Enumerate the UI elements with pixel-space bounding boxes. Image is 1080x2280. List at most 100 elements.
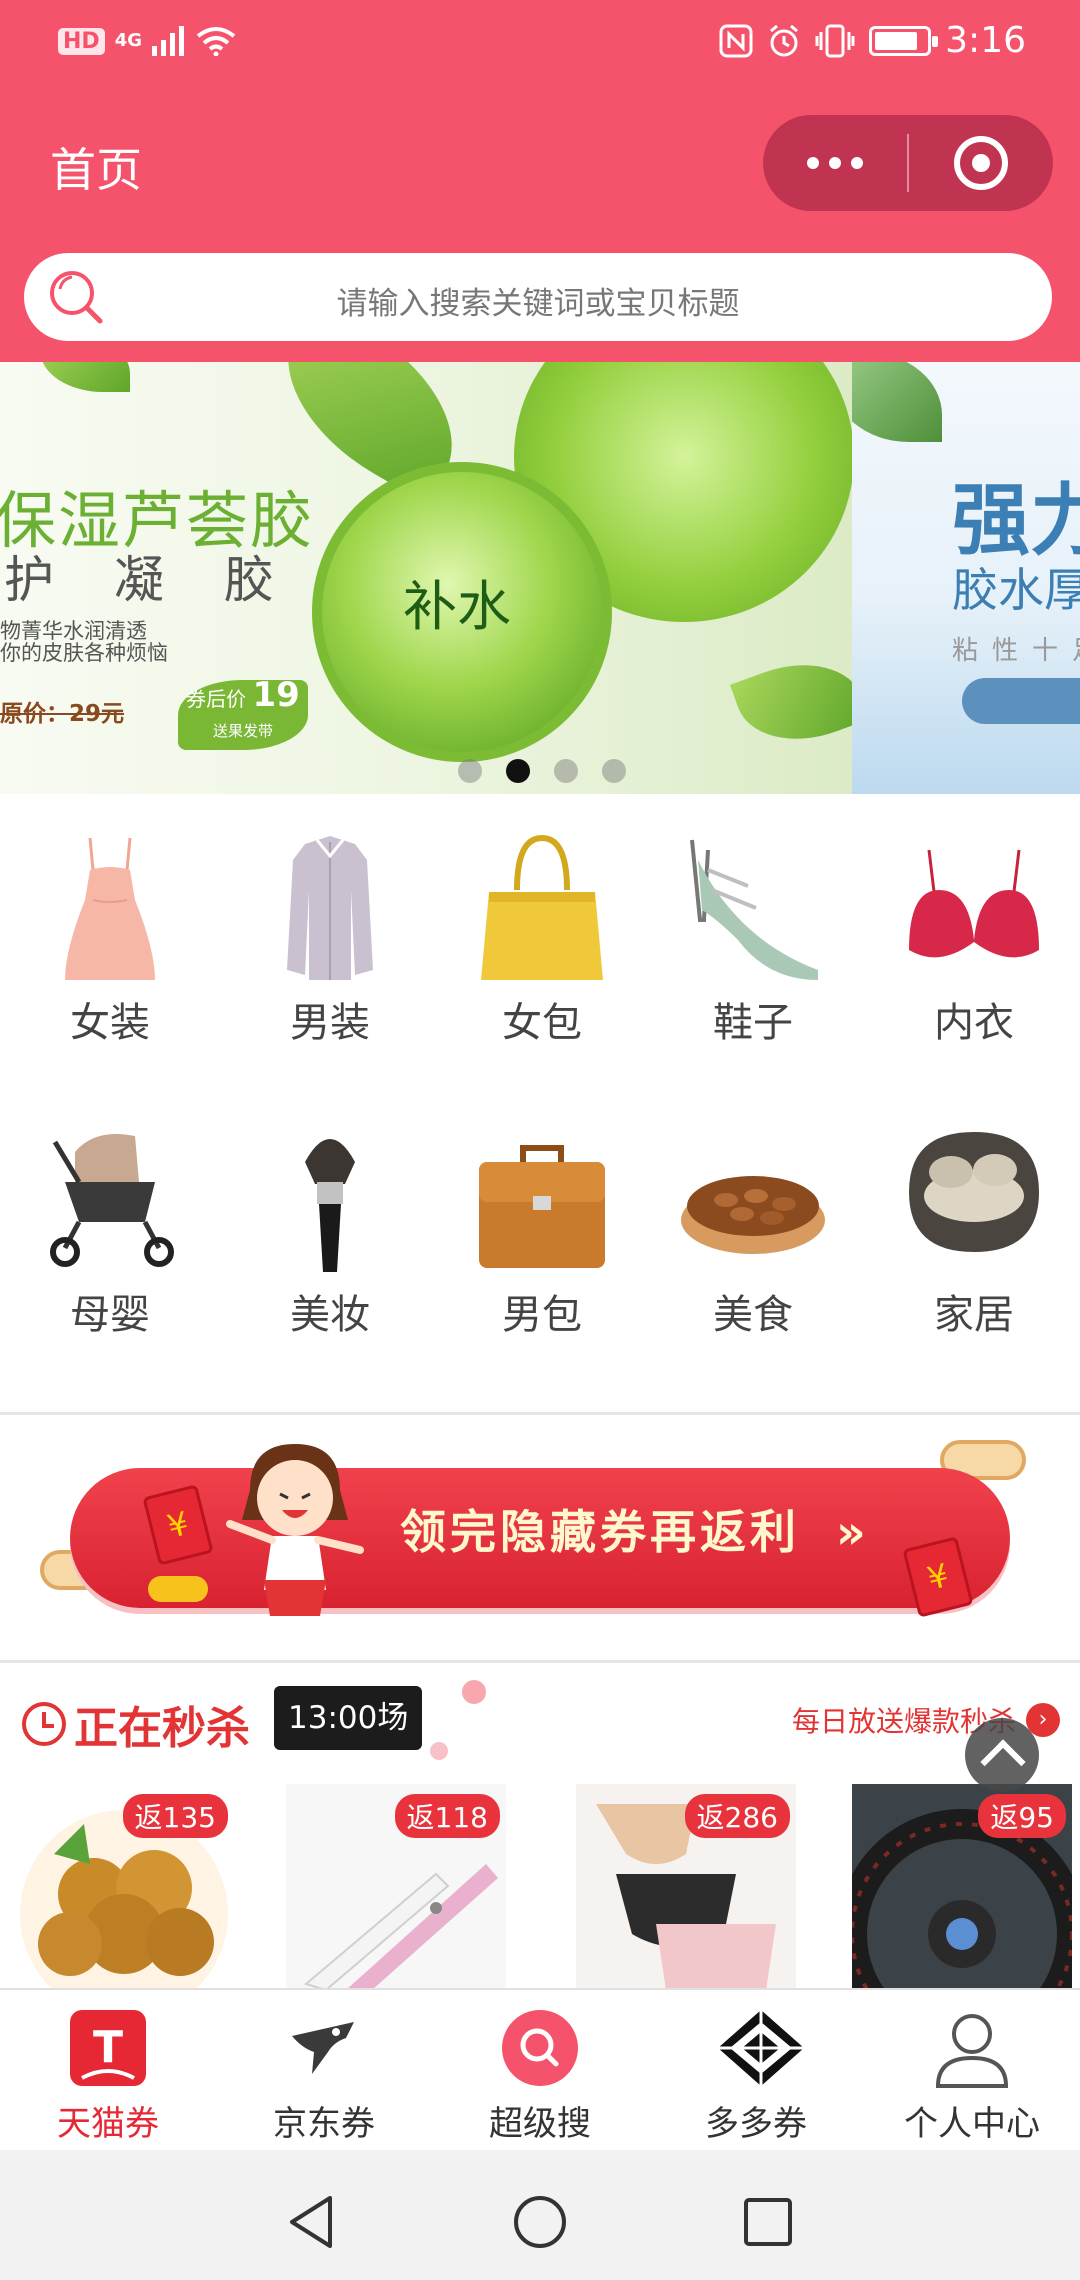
carousel-dot[interactable] [554,759,578,783]
tab-jd[interactable]: 京东券 [216,1990,432,2150]
flash-product[interactable]: 返135 [14,1784,234,1990]
tab-label: 多多券 [705,2104,807,2144]
carousel-dot[interactable] [506,759,530,783]
more-button[interactable] [763,115,907,211]
banner2-subhead: 胶水厚 [952,563,1080,617]
category-women-clothing[interactable]: 女装 [30,830,190,1048]
tmall-glyph: T [93,2022,123,2073]
tab-tmall[interactable]: T 天猫券 [0,1990,216,2150]
high-heel-icon [678,830,828,980]
flash-product[interactable]: 返95 [852,1784,1072,1990]
handbag-icon [467,830,617,980]
tab-profile[interactable]: 个人中心 [864,1990,1080,2150]
status-time: 3:16 [945,20,1026,61]
hd-badge: HD [58,27,105,55]
status-right: 3:16 [719,20,1026,61]
pinduoduo-icon [716,2008,804,2088]
promo-label: 领完隐藏券再返利 [400,1505,800,1559]
tab-label: 天猫券 [57,2104,159,2144]
back-icon[interactable] [282,2192,342,2252]
vibrate-icon [815,24,855,57]
category-shoes[interactable]: 鞋子 [673,830,833,1048]
banner-slide-next[interactable]: 强力 胶水厚 粘性十足 超 [852,362,1080,794]
search-input[interactable]: 请输入搜索关键词或宝贝标题 [24,278,1052,323]
more-dots-icon [807,157,819,169]
gold-coins [148,1576,208,1602]
category-women-bags[interactable]: 女包 [462,830,622,1048]
back-to-top-button[interactable] [965,1718,1039,1792]
search-bar[interactable]: 请输入搜索关键词或宝贝标题 [24,253,1052,341]
banner-desc-line: 物菁华水润清透 [0,619,147,643]
battery-level [875,31,918,50]
stroller-icon [35,1122,185,1272]
leaf-decoration [729,643,852,761]
signal-icon [152,26,184,56]
nuts-icon [678,1122,828,1272]
carousel-dots [458,759,626,783]
category-men-bags[interactable]: 男包 [462,1122,622,1340]
promo-banner[interactable]: ¥ ¥ 领完隐藏券再返利 » [40,1440,1040,1640]
nfc-icon [719,24,753,57]
coupon-badge: 券后价 19 送果发带 [178,678,308,750]
rebate-badge: 返286 [684,1794,790,1838]
banner-subhead: 护 凝 胶 [4,551,296,609]
category-label: 家居 [934,1292,1014,1338]
tab-label: 京东券 [273,2104,375,2144]
banner2-tagline: 粘性十足 [952,636,1080,666]
more-dot [851,157,863,169]
chair-icon [899,1122,1049,1272]
tab-pinduoduo[interactable]: 多多券 [648,1990,864,2150]
leaf-decoration [852,362,942,442]
user-icon [932,2008,1012,2088]
category-makeup[interactable]: 美妆 [250,1122,410,1340]
recents-icon[interactable] [738,2192,798,2252]
category-label: 男装 [290,1000,370,1046]
banner2-button[interactable]: 超 [962,678,1080,724]
category-underwear[interactable]: 内衣 [894,830,1054,1048]
battery-icon [869,25,939,56]
promo-text: 领完隐藏券再返利 » [400,1496,870,1562]
makeup-brush-icon [255,1122,405,1272]
category-label: 美妆 [290,1292,370,1338]
tab-super-search[interactable]: 超级搜 [432,1990,648,2150]
confetti-dot [430,1742,448,1760]
system-nav-bar [0,2150,1080,2280]
banner-carousel[interactable]: 补水 保湿芦荟胶 护 凝 胶 物菁华水润清透 你的皮肤各种烦恼 原价：29元 券… [0,362,1080,794]
category-mother-baby[interactable]: 母婴 [30,1122,190,1340]
carousel-dot[interactable] [458,759,482,783]
carousel-dot[interactable] [602,759,626,783]
network-type: 4G [114,30,142,51]
more-dot [829,157,841,169]
home-icon[interactable] [510,2192,570,2252]
category-label: 内衣 [934,1000,1014,1046]
coupon-suffix: 送果发带 [212,722,273,740]
target-icon [953,136,1008,190]
header: HD 4G 3:16 首页 请输入搜索关键词或宝贝标题 [0,0,1080,362]
flash-sale-title: 正在秒杀 [22,1692,250,1756]
category-label: 美食 [713,1292,793,1338]
category-label: 鞋子 [713,1000,793,1046]
status-bar: HD 4G 3:16 [0,0,1080,92]
category-men-clothing[interactable]: 男装 [250,830,410,1048]
flash-product[interactable]: 返118 [286,1784,506,1990]
banner-desc: 物菁华水润清透 你的皮肤各种烦恼 [0,620,168,664]
category-label: 女装 [70,1000,150,1046]
section-divider [0,1412,1080,1415]
miniapp-capsule [763,115,1053,211]
category-label: 母婴 [70,1292,150,1338]
original-price: 原价：29元 [0,701,125,727]
flash-product[interactable]: 返286 [576,1784,796,1990]
banner-slide[interactable]: 补水 保湿芦荟胶 护 凝 胶 物菁华水润清透 你的皮肤各种烦恼 原价：29元 券… [0,362,852,794]
session-badge[interactable]: 13:00场 [274,1686,423,1750]
banner-desc-line: 你的皮肤各种烦恼 [0,641,168,665]
category-home[interactable]: 家居 [894,1122,1054,1340]
category-label: 女包 [502,1000,582,1046]
close-miniapp-button[interactable] [909,115,1053,211]
confetti-dot [462,1680,486,1704]
promo-arrow-icon: » [836,1505,870,1559]
wifi-icon [196,27,236,56]
flash-sale-section: 正在秒杀 13:00场 每日放送爆款秒杀 › 返135 返118 返286 返9… [0,1664,1080,1990]
category-food[interactable]: 美食 [673,1122,833,1340]
alarm-icon [770,24,799,56]
shirt-icon [255,830,405,980]
